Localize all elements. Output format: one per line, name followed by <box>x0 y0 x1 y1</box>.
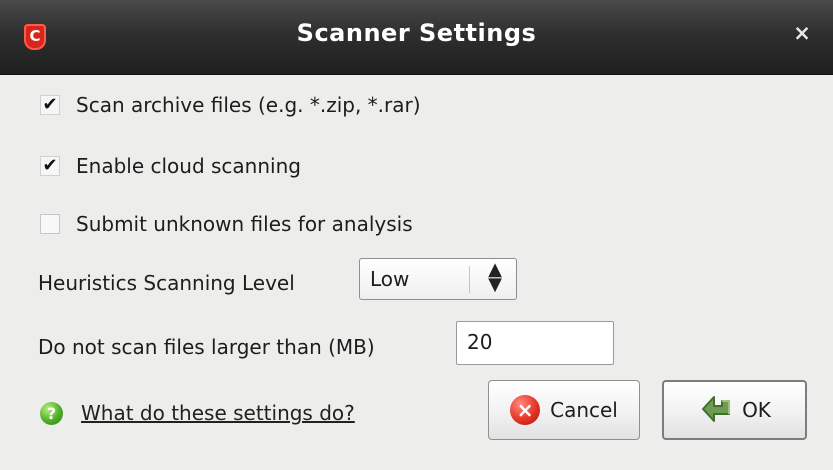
submit-unknown-checkbox[interactable] <box>40 214 60 234</box>
scanner-settings-window: C Scanner Settings × ✔ Scan archive file… <box>0 0 833 470</box>
heuristics-label: Heuristics Scanning Level <box>38 271 295 295</box>
heuristics-level-select[interactable]: Low ▲ ▼ <box>359 258 517 300</box>
size-limit-row: Do not scan files larger than (MB) <box>38 335 375 359</box>
help-row: ? What do these settings do? <box>40 401 355 425</box>
settings-content: ✔ Scan archive files (e.g. *.zip, *.rar)… <box>0 75 833 470</box>
cloud-scanning-option[interactable]: ✔ Enable cloud scanning <box>40 154 301 178</box>
question-icon: ? <box>40 401 63 425</box>
select-divider <box>469 266 470 293</box>
scan-archive-option[interactable]: ✔ Scan archive files (e.g. *.zip, *.rar) <box>40 93 421 117</box>
size-limit-input[interactable]: 20 <box>456 321 614 365</box>
window-title: Scanner Settings <box>296 19 537 47</box>
cloud-scanning-label: Enable cloud scanning <box>76 154 301 178</box>
submit-unknown-label: Submit unknown files for analysis <box>76 212 413 236</box>
green-arrow-icon <box>698 393 740 427</box>
close-button[interactable]: × <box>791 20 813 46</box>
cancel-icon: × <box>510 395 541 425</box>
ok-button[interactable]: OK <box>662 380 807 440</box>
cancel-button[interactable]: × Cancel <box>488 380 640 440</box>
heuristics-row: Heuristics Scanning Level <box>38 271 295 295</box>
cloud-scanning-checkbox[interactable]: ✔ <box>40 156 60 176</box>
size-limit-label: Do not scan files larger than (MB) <box>38 335 375 359</box>
select-arrows-icon: ▲ ▼ <box>488 259 502 295</box>
scan-archive-checkbox[interactable]: ✔ <box>40 95 60 115</box>
cancel-button-label: Cancel <box>550 398 618 422</box>
heuristics-selected-value: Low <box>370 267 410 291</box>
submit-unknown-option[interactable]: Submit unknown files for analysis <box>40 212 413 236</box>
scan-archive-label: Scan archive files (e.g. *.zip, *.rar) <box>76 93 421 117</box>
title-bar: C Scanner Settings × <box>0 0 833 75</box>
settings-help-link[interactable]: What do these settings do? <box>81 401 355 425</box>
ok-button-label: OK <box>742 398 771 422</box>
